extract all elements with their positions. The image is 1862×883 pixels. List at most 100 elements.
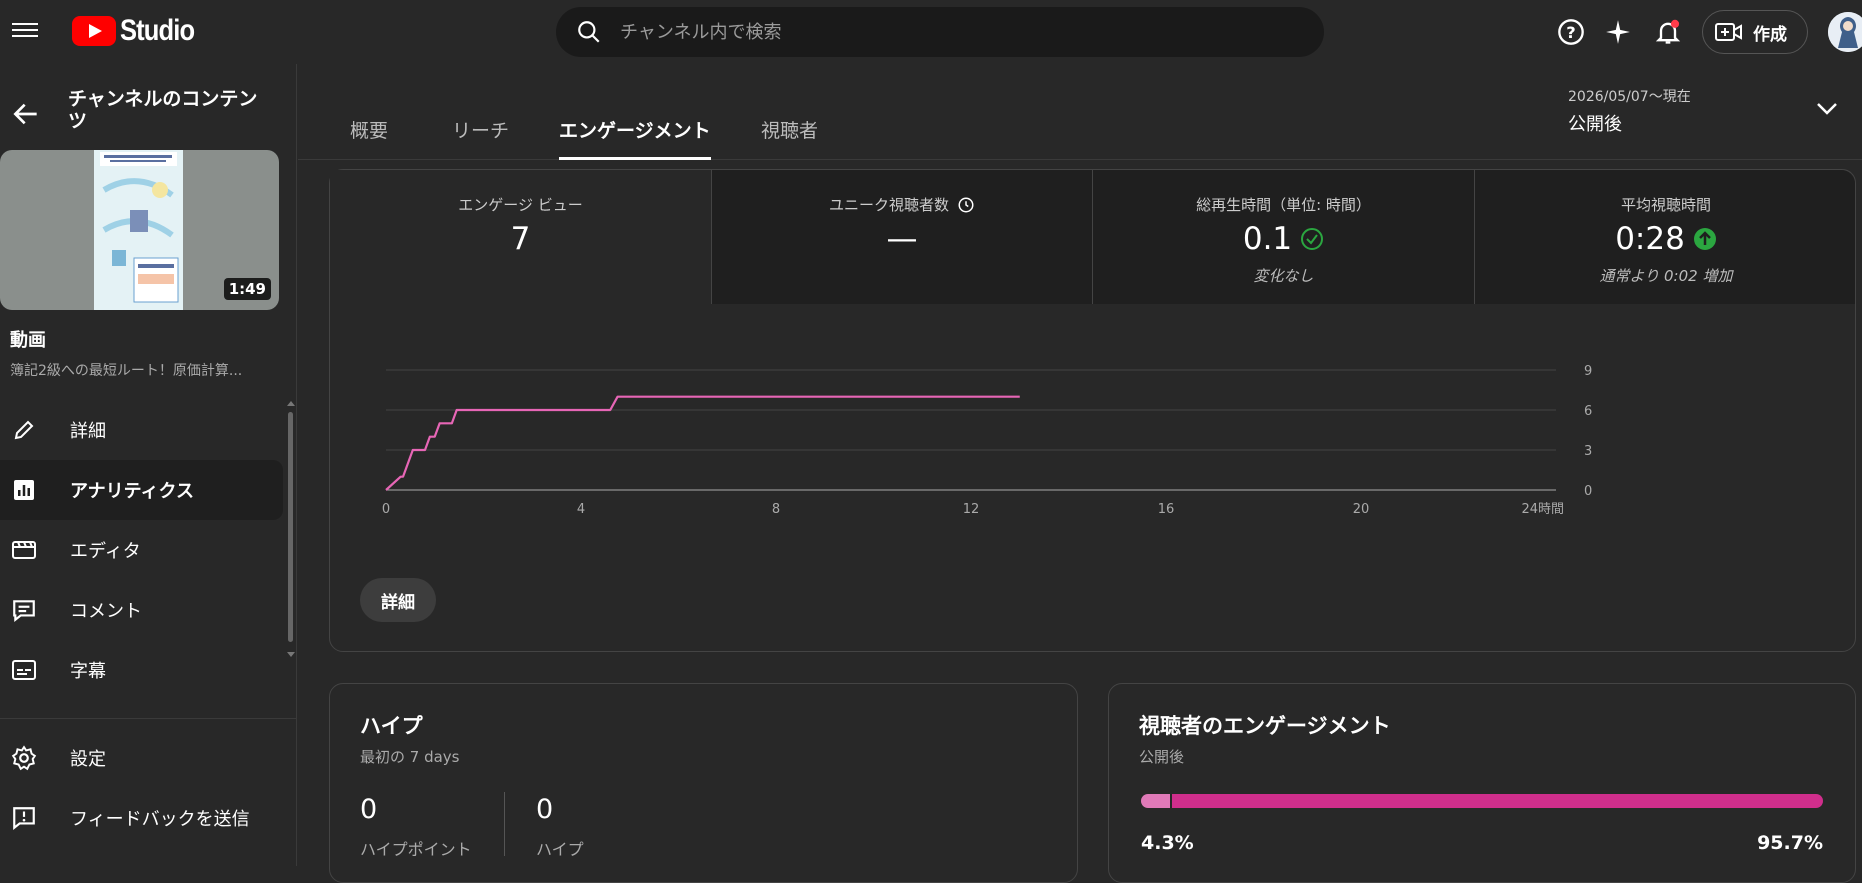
- scroll-up-icon[interactable]: [287, 400, 295, 408]
- sidebar-item-settings[interactable]: 設定: [0, 728, 297, 788]
- sidebar-item-label: エディタ: [70, 541, 141, 562]
- notification-bell-icon[interactable]: [1652, 16, 1684, 48]
- tab-engagement[interactable]: エンゲージメント: [559, 116, 711, 160]
- analytics-tabs: 概要 リーチ エンゲージメント 視聴者 2026/05/07〜現在 公開後: [298, 64, 1862, 160]
- check-circle-icon: [1301, 228, 1324, 250]
- chevron-down-icon: [1817, 103, 1837, 115]
- chart-series-line: [385, 395, 1020, 491]
- audience-engagement-subtitle: 公開後: [1139, 748, 1185, 766]
- thumbnail-image: [94, 150, 183, 310]
- metric-label-row: ユニーク視聴者数: [712, 194, 1092, 215]
- video-duration: 1:49: [223, 278, 271, 300]
- sidebar-item-editor[interactable]: エディタ: [0, 520, 283, 580]
- metrics-row: エンゲージ ビュー 7 ユニーク視聴者数 — 総再生時間（単位: 時間） 0.1…: [330, 170, 1855, 304]
- engagement-right-percent: 95.7%: [1757, 832, 1823, 854]
- video-label: 動画: [10, 330, 46, 351]
- chart-x-tick-label: 20: [1353, 502, 1370, 517]
- sidebar-scrollbar[interactable]: [287, 401, 295, 704]
- hype-card: ハイプ 最初の 7 days 0 ハイプポイント 0 ハイプ: [329, 683, 1078, 883]
- subtitles-icon: [10, 656, 38, 684]
- engagement-split-bar[interactable]: [1141, 794, 1823, 808]
- chart-x-tick-label: 24時間: [1521, 502, 1564, 517]
- metric-value: 0.1: [1242, 221, 1293, 257]
- chart-x-tick-label: 0: [382, 502, 390, 517]
- sidebar-bottom-nav: 設定 フィードバックを送信: [0, 728, 297, 848]
- date-range-selector[interactable]: 2026/05/07〜現在 公開後: [1568, 86, 1862, 136]
- engagement-left-percent: 4.3%: [1141, 832, 1194, 854]
- chart-x-tick-label: 16: [1158, 502, 1175, 517]
- youtube-logo-icon: [72, 16, 116, 46]
- chart-y-tick-label: 9: [1584, 364, 1592, 379]
- create-button[interactable]: 作成: [1702, 10, 1808, 54]
- scroll-down-icon[interactable]: [287, 650, 295, 658]
- editor-icon: [10, 536, 38, 564]
- sidebar-item-label: 設定: [70, 749, 106, 770]
- metric-label: エンゲージ ビュー: [458, 196, 583, 214]
- hype-points-label: ハイプポイント: [360, 840, 472, 859]
- help-icon[interactable]: ?: [1555, 16, 1587, 48]
- logo-text: Studio: [120, 14, 195, 47]
- sparkle-icon[interactable]: [1602, 16, 1634, 48]
- video-plus-icon: [1715, 23, 1742, 41]
- sidebar-title: チャンネルのコンテンツ: [68, 88, 258, 132]
- engagement-card: エンゲージ ビュー 7 ユニーク視聴者数 — 総再生時間（単位: 時間） 0.1…: [329, 169, 1856, 652]
- avatar[interactable]: [1828, 12, 1862, 52]
- svg-text:?: ?: [1566, 23, 1575, 42]
- metric-watch-time[interactable]: 総再生時間（単位: 時間） 0.1 変化なし: [1093, 170, 1475, 304]
- sidebar-item-label: コメント: [70, 601, 142, 622]
- metric-label: ユニーク視聴者数: [828, 196, 949, 214]
- sidebar-item-feedback[interactable]: フィードバックを送信: [0, 788, 297, 848]
- search-input[interactable]: [620, 21, 1220, 43]
- sidebar-divider: [0, 718, 297, 719]
- metric-avg-view-duration[interactable]: 平均視聴時間 0:28 通常より 0:02 増加: [1475, 170, 1857, 304]
- audience-engagement-title: 視聴者のエンゲージメント: [1139, 714, 1391, 738]
- sidebar: チャンネルのコンテンツ 1:49 動画 簿記2級への最短ルート！原価計算...: [0, 64, 297, 866]
- pencil-icon: [10, 416, 38, 444]
- search-icon: [578, 21, 600, 43]
- search-bar[interactable]: [556, 7, 1324, 57]
- sidebar-item-label: 字幕: [70, 661, 106, 682]
- gear-icon: [10, 744, 38, 772]
- details-button[interactable]: 詳細: [360, 578, 436, 622]
- chart-x-tick-label: 8: [772, 502, 780, 517]
- scrollbar-thumb[interactable]: [288, 412, 293, 642]
- metric-unique-viewers[interactable]: ユニーク視聴者数 —: [712, 170, 1093, 304]
- sidebar-item-label: アナリティクス: [70, 481, 195, 502]
- engagement-line-chart[interactable]: 0 3 6 9 0 4 8 12 16 20 24時間: [360, 350, 1810, 560]
- tab-audience[interactable]: 視聴者: [761, 116, 818, 157]
- chart-y-tick-label: 3: [1584, 444, 1592, 459]
- video-thumbnail[interactable]: 1:49: [0, 150, 279, 310]
- sidebar-item-analytics[interactable]: アナリティクス: [0, 460, 283, 520]
- hype-divider: [504, 792, 505, 856]
- chart-x-tick-label: 12: [963, 502, 980, 517]
- studio-logo[interactable]: Studio: [72, 14, 207, 48]
- sidebar-item-subtitles[interactable]: 字幕: [0, 640, 283, 700]
- chart-x-tick-label: 4: [577, 502, 585, 517]
- comment-icon: [10, 596, 38, 624]
- metric-value: —: [886, 221, 918, 257]
- tab-reach[interactable]: リーチ: [452, 116, 509, 157]
- top-bar: Studio ? 作成: [0, 0, 1862, 64]
- metric-label: 平均視聴時間: [1620, 196, 1711, 214]
- chart-y-tick-label: 0: [1584, 484, 1592, 499]
- hype-label: ハイプ: [536, 840, 584, 859]
- menu-icon[interactable]: [12, 19, 38, 45]
- metric-engaged-views[interactable]: エンゲージ ビュー 7: [330, 170, 712, 304]
- metric-value: 7: [510, 221, 531, 257]
- hype-subtitle: 最初の 7 days: [360, 748, 460, 766]
- engagement-bar-left-segment: [1141, 794, 1171, 808]
- sidebar-item-details[interactable]: 詳細: [0, 400, 283, 460]
- metric-subtext: 変化なし: [1253, 267, 1314, 285]
- sidebar-item-comments[interactable]: コメント: [0, 580, 283, 640]
- hype-title: ハイプ: [360, 714, 423, 738]
- engagement-bar-right-segment: [1172, 794, 1823, 808]
- hype-points-value: 0: [360, 794, 378, 825]
- tab-overview[interactable]: 概要: [350, 116, 388, 157]
- audience-engagement-card: 視聴者のエンゲージメント 公開後 4.3% 95.7%: [1108, 683, 1856, 883]
- analytics-icon: [10, 476, 38, 504]
- back-arrow-icon[interactable]: [10, 98, 42, 130]
- chart-y-tick-label: 6: [1584, 404, 1592, 419]
- metric-value: 0:28: [1615, 221, 1685, 257]
- video-title: 簿記2級への最短ルート！原価計算...: [10, 363, 243, 379]
- sidebar-header: チャンネルのコンテンツ: [10, 88, 290, 132]
